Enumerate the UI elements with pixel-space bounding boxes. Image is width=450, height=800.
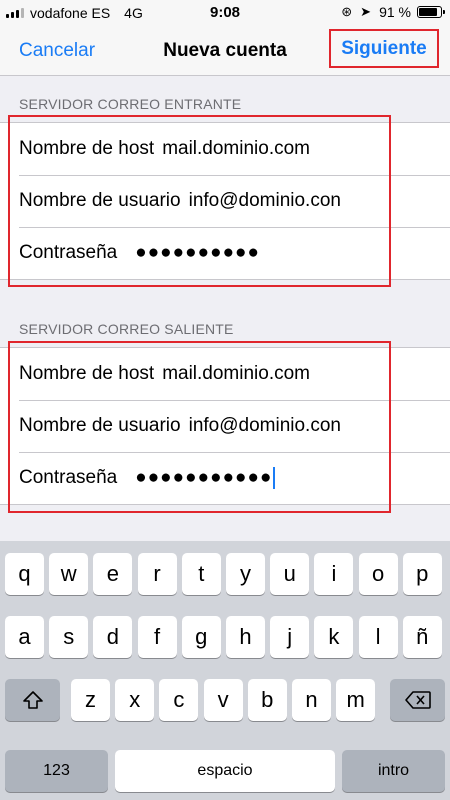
space-key[interactable]: espacio <box>115 750 335 792</box>
key-k[interactable]: k <box>314 616 354 658</box>
key-t[interactable]: t <box>181 553 221 595</box>
key-w[interactable]: w <box>49 553 89 595</box>
key-f[interactable]: f <box>137 616 177 658</box>
incoming-user-label: Nombre de usuario <box>19 190 181 211</box>
text-cursor <box>273 467 276 489</box>
incoming-server-group: Nombre de host mail.dominio.com Nombre d… <box>0 122 450 280</box>
key-e[interactable]: e <box>93 553 133 595</box>
incoming-password-label: Contraseña <box>19 242 118 263</box>
outgoing-host-field[interactable]: Nombre de host mail.dominio.com <box>0 348 450 400</box>
delete-key[interactable] <box>390 679 445 721</box>
key-p[interactable]: p <box>402 553 442 595</box>
incoming-password-field[interactable]: Contraseña ●●●●●●●●●● <box>0 227 450 279</box>
outgoing-section-header: SERVIDOR CORREO SALIENTE <box>19 321 234 337</box>
status-right: ⊛ ➤ 91 % <box>341 4 445 20</box>
key-v[interactable]: v <box>203 679 243 721</box>
incoming-user-value[interactable]: info@dominio.con <box>189 190 341 212</box>
location-icon: ➤ <box>360 4 372 19</box>
incoming-section-header: SERVIDOR CORREO ENTRANTE <box>19 96 242 112</box>
status-bar: vodafone ES 4G 9:08 ⊛ ➤ 91 % <box>0 0 450 26</box>
return-key[interactable]: intro <box>342 750 445 792</box>
key-r[interactable]: r <box>137 553 177 595</box>
backspace-icon <box>404 691 431 709</box>
outgoing-password-field[interactable]: Contraseña ●●●●●●●●●●● <box>0 452 450 504</box>
incoming-user-field[interactable]: Nombre de usuario info@dominio.con <box>0 175 450 227</box>
key-q[interactable]: q <box>5 553 44 595</box>
key-n[interactable]: n <box>292 679 331 721</box>
key-a[interactable]: a <box>5 616 44 658</box>
battery-icon <box>417 6 445 18</box>
incoming-host-field[interactable]: Nombre de host mail.dominio.com <box>0 123 450 175</box>
key-d[interactable]: d <box>93 616 133 658</box>
incoming-host-value[interactable]: mail.dominio.com <box>162 138 310 160</box>
outgoing-host-value[interactable]: mail.dominio.com <box>162 363 310 385</box>
outgoing-user-field[interactable]: Nombre de usuario info@dominio.con <box>0 400 450 452</box>
outgoing-password-value[interactable]: ●●●●●●●●●●● <box>135 467 272 489</box>
key-i[interactable]: i <box>314 553 354 595</box>
navigation-bar: Cancelar Nueva cuenta Siguiente <box>0 26 450 76</box>
key-u[interactable]: u <box>270 553 310 595</box>
key-s[interactable]: s <box>49 616 89 658</box>
next-button[interactable]: Siguiente <box>329 29 439 68</box>
shift-key[interactable] <box>5 679 60 721</box>
outgoing-password-label: Contraseña <box>19 467 118 488</box>
key-x[interactable]: x <box>115 679 155 721</box>
incoming-password-value[interactable]: ●●●●●●●●●● <box>135 242 260 264</box>
outgoing-host-label: Nombre de host <box>19 363 155 384</box>
key-m[interactable]: m <box>336 679 376 721</box>
shift-icon <box>22 691 43 709</box>
key-ñ[interactable]: ñ <box>402 616 442 658</box>
outgoing-user-label: Nombre de usuario <box>19 415 181 436</box>
key-y[interactable]: y <box>226 553 265 595</box>
key-g[interactable]: g <box>181 616 221 658</box>
key-o[interactable]: o <box>358 553 398 595</box>
battery-percent: 91 % <box>379 4 411 20</box>
orientation-lock-icon: ⊛ <box>341 4 353 19</box>
numbers-key[interactable]: 123 <box>5 750 108 792</box>
key-b[interactable]: b <box>247 679 287 721</box>
battery-fill <box>419 8 438 16</box>
key-j[interactable]: j <box>270 616 310 658</box>
keyboard: qwertyuiop asdfghjklñ zxcvbnm 123 espaci… <box>0 541 450 800</box>
key-h[interactable]: h <box>226 616 265 658</box>
key-c[interactable]: c <box>159 679 199 721</box>
incoming-host-label: Nombre de host <box>19 138 155 159</box>
outgoing-server-group: Nombre de host mail.dominio.com Nombre d… <box>0 347 450 505</box>
key-l[interactable]: l <box>358 616 398 658</box>
key-z[interactable]: z <box>71 679 110 721</box>
outgoing-user-value[interactable]: info@dominio.con <box>189 415 341 437</box>
